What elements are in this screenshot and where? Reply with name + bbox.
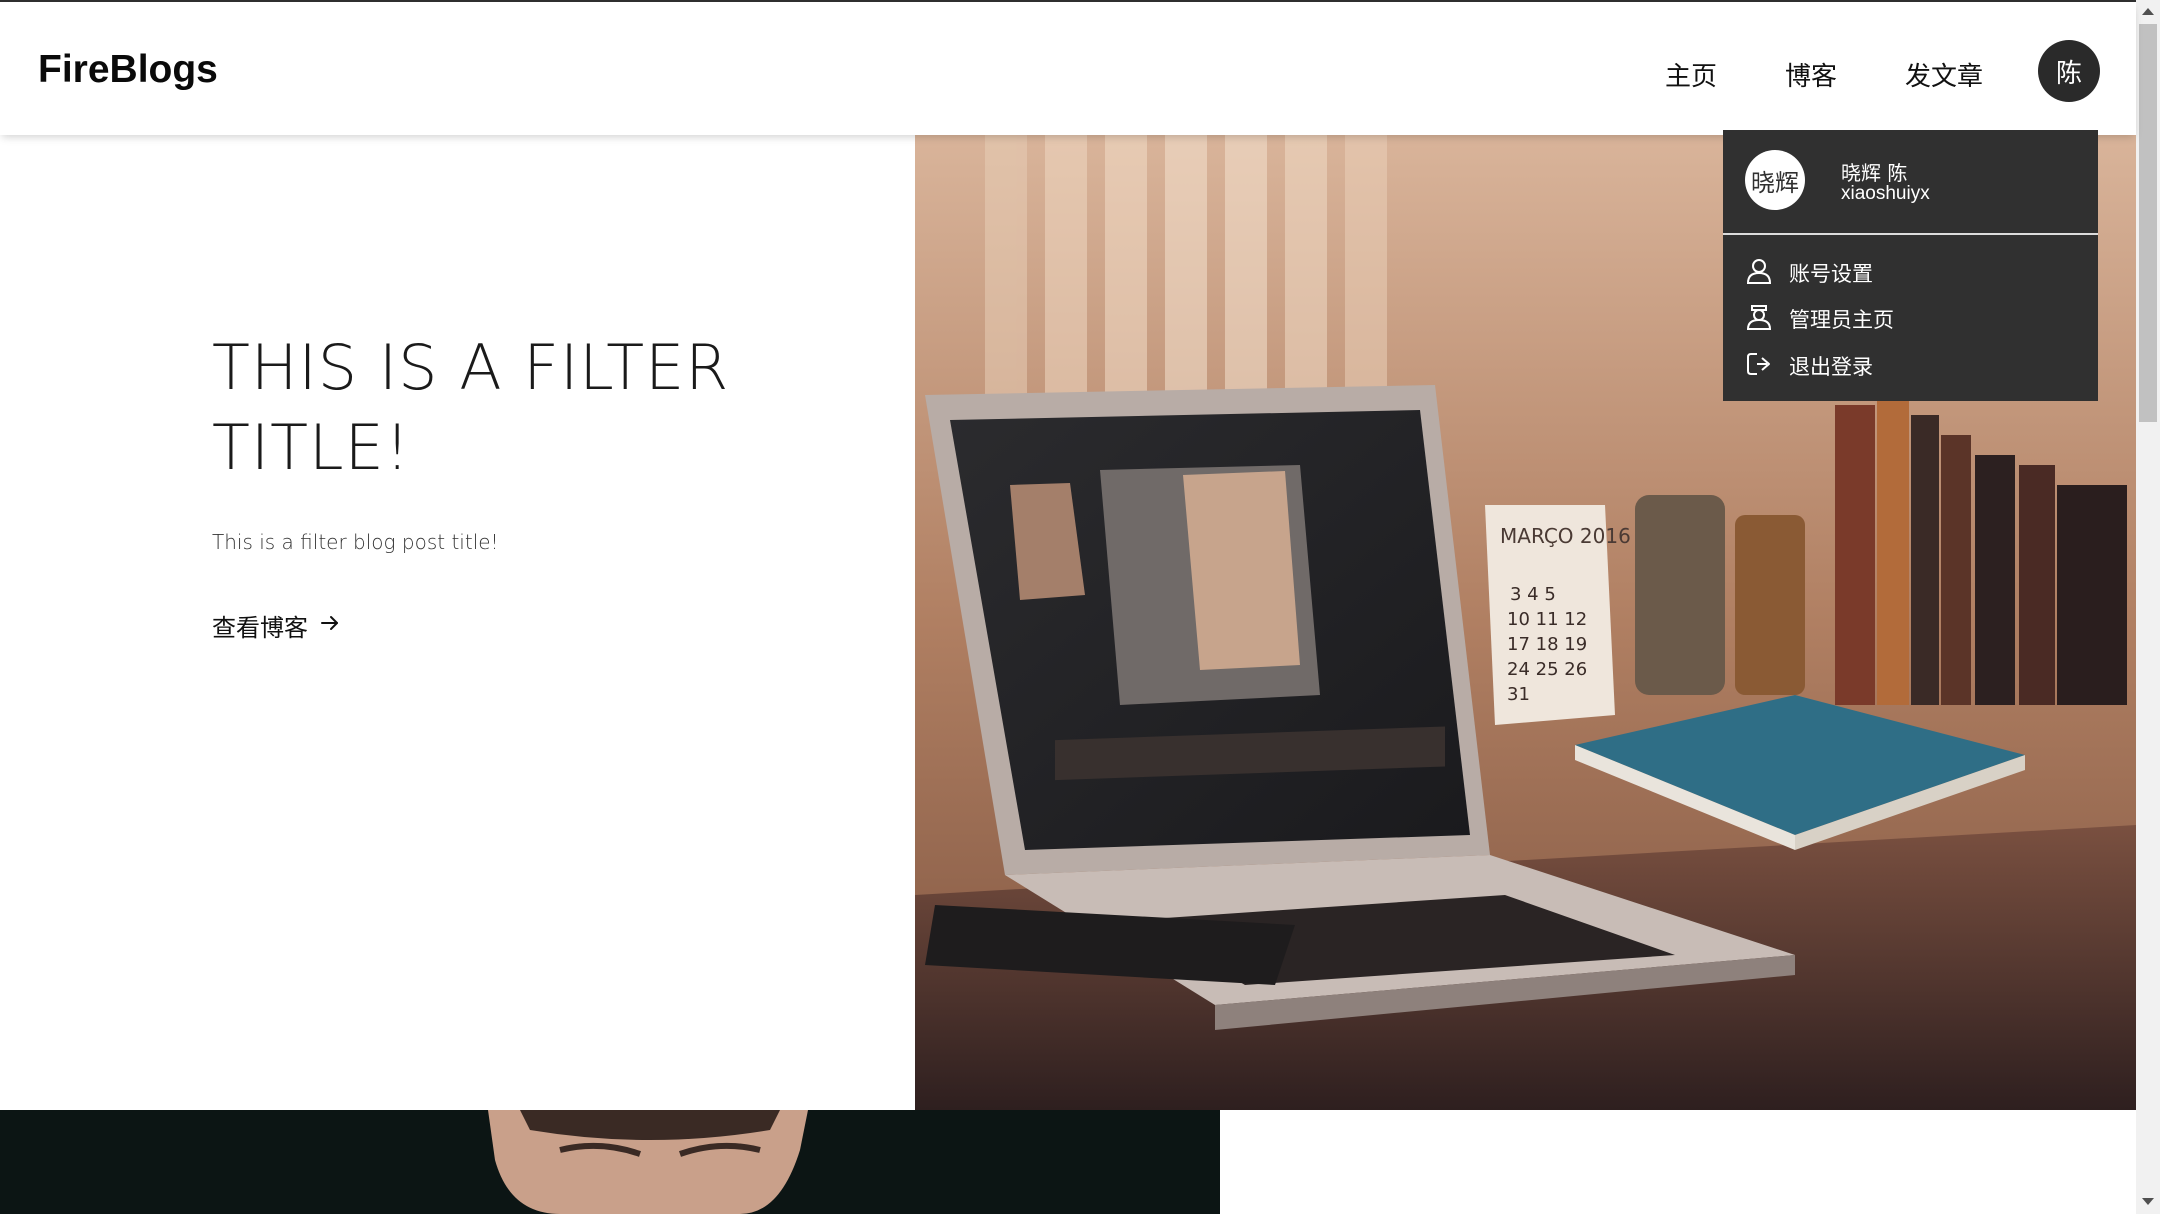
view-blog-link[interactable]: 查看博客 [212,608,342,643]
scroll-down-arrow-icon[interactable] [2142,1198,2154,1205]
menu-item-admin-home[interactable]: 管理员主页 [1745,303,1894,335]
user-dropdown-menu: 晓辉 晓辉 陈 xiaoshuiyx 账号设置 管理员主页 退出登录 [1723,130,2098,401]
nav-write-post-link[interactable]: 发文章 [1905,56,1983,93]
menu-item-label: 账号设置 [1789,262,1873,286]
brand-logo[interactable]: FireBlogs [38,48,218,92]
menu-item-label: 管理员主页 [1789,308,1894,332]
logout-icon [1745,350,1773,383]
scrollbar-thumb[interactable] [2139,24,2157,422]
nav-blogs-link[interactable]: 博客 [1785,56,1837,93]
menu-item-account-settings[interactable]: 账号设置 [1745,257,1873,289]
hero-text-panel [0,135,915,1110]
dropdown-full-name: 晓辉 陈 [1841,161,1908,185]
menu-item-logout[interactable]: 退出登录 [1745,350,1873,382]
svg-text:10 11 12: 10 11 12 [1507,609,1587,630]
vertical-scrollbar[interactable] [2136,0,2160,1214]
svg-text:24 25 26: 24 25 26 [1507,659,1587,680]
hero-subtitle: This is a filter blog post title! [212,530,499,554]
second-card-photo [0,1110,1220,1214]
view-blog-label: 查看博客 [212,614,308,642]
admin-icon [1745,303,1773,336]
user-avatar-button[interactable]: 陈 [2038,40,2100,102]
svg-text:17 18 19: 17 18 19 [1507,634,1587,655]
svg-text:MARÇO 2016: MARÇO 2016 [1500,524,1631,548]
menu-item-label: 退出登录 [1789,355,1873,379]
hero-title: THIS IS A FILTER TITLE! [212,331,730,484]
page: FireBlogs 主页 博客 发文章 陈 THIS IS A FILTER T… [0,0,2160,1214]
portrait-illustration [0,1110,1220,1214]
dropdown-username: xiaoshuiyx [1841,183,1930,204]
dropdown-avatar: 晓辉 [1745,150,1805,210]
svg-text:31: 31 [1507,684,1530,705]
svg-text:3 4 5: 3 4 5 [1510,584,1556,605]
header: FireBlogs 主页 博客 发文章 陈 [0,2,2136,135]
arrow-right-icon [318,611,342,641]
scroll-up-arrow-icon[interactable] [2142,8,2154,15]
user-icon [1745,257,1773,290]
dropdown-divider [1723,233,2098,235]
nav-home-link[interactable]: 主页 [1665,56,1717,93]
